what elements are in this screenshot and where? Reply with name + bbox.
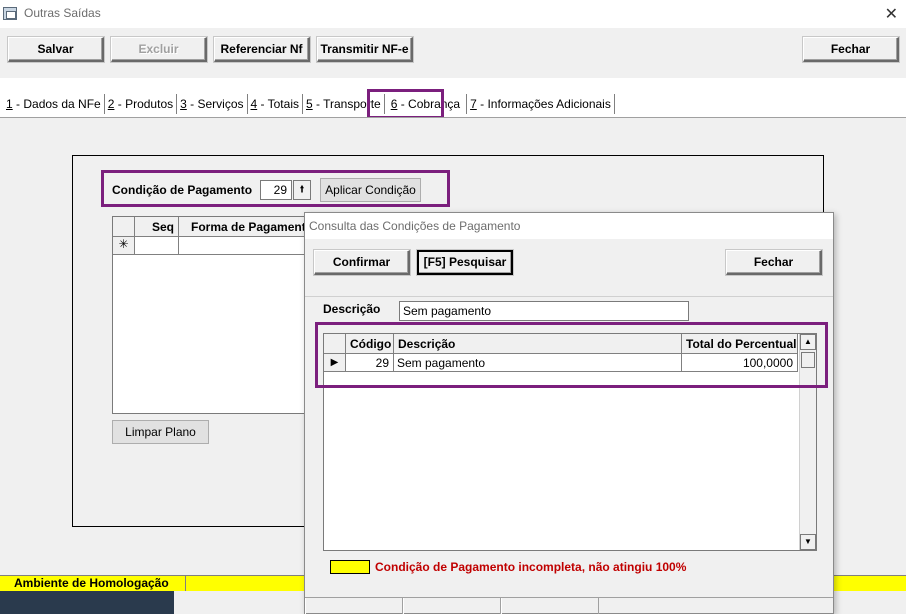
condicao-highlight xyxy=(101,170,450,207)
incomplete-legend-text: Condição de Pagamento incompleta, não at… xyxy=(375,560,687,574)
status-panel xyxy=(501,598,599,614)
main-toolbar: Salvar Excluir Referenciar Nf Transmitir… xyxy=(0,28,906,76)
close-button[interactable]: Fechar xyxy=(803,37,899,62)
descricao-label: Descrição xyxy=(323,302,381,316)
transmit-nfe-button[interactable]: Transmitir NF-e xyxy=(317,37,413,62)
dialog-close-button[interactable]: Fechar xyxy=(726,250,822,275)
plano-pagamento-grid[interactable]: Seq Forma de Pagamento ✳ xyxy=(112,216,313,414)
confirm-button[interactable]: Confirmar xyxy=(314,250,410,275)
status-panel xyxy=(305,598,403,614)
column-header-seq[interactable]: Seq xyxy=(135,217,179,237)
grid-corner xyxy=(113,217,135,237)
dialog-title: Consulta das Condições de Pagamento xyxy=(309,219,521,233)
tab-cobranca-highlight xyxy=(367,89,444,119)
environment-label: Ambiente de Homologação xyxy=(0,576,186,592)
tab-strip: 1 - Dados da NFe 2 - Produtos 3 - Serviç… xyxy=(3,94,615,116)
window-title-bar: Outras Saídas ✕ xyxy=(0,0,906,28)
incomplete-legend-swatch xyxy=(330,560,370,574)
dialog-status-bar xyxy=(305,597,833,614)
column-header-forma-pagamento[interactable]: Forma de Pagamento xyxy=(179,217,313,237)
tab-servicos[interactable]: 3 - Serviços xyxy=(177,94,248,114)
tab-dados-nfe[interactable]: 1 - Dados da NFe xyxy=(3,94,105,114)
status-panel xyxy=(403,598,501,614)
search-button[interactable]: [F5] Pesquisar xyxy=(417,250,513,275)
new-row-icon: ✳ xyxy=(113,237,135,255)
save-button[interactable]: Salvar xyxy=(8,37,104,62)
reference-nf-button[interactable]: Referenciar Nf xyxy=(214,37,310,62)
clear-plan-button[interactable]: Limpar Plano xyxy=(112,420,209,444)
payment-conditions-dialog: Consulta das Condições de Pagamento Conf… xyxy=(304,212,834,614)
tab-produtos[interactable]: 2 - Produtos xyxy=(105,94,178,114)
forma-pagamento-cell[interactable] xyxy=(179,237,313,255)
dialog-toolbar: Confirmar [F5] Pesquisar Fechar xyxy=(305,239,833,297)
scroll-down-icon[interactable]: ▼ xyxy=(800,534,816,550)
taskbar-strip xyxy=(0,591,174,614)
result-row-highlight xyxy=(315,322,828,388)
seq-cell[interactable] xyxy=(135,237,179,255)
dialog-title-bar: Consulta das Condições de Pagamento xyxy=(305,213,833,239)
app-window-icon xyxy=(3,7,17,20)
descricao-search-input[interactable]: Sem pagamento xyxy=(399,301,689,321)
close-icon[interactable]: ✕ xyxy=(885,4,898,24)
window-title: Outras Saídas xyxy=(24,6,101,20)
tab-informacoes-adicionais[interactable]: 7 - Informações Adicionais xyxy=(467,94,615,114)
delete-button[interactable]: Excluir xyxy=(111,37,207,62)
tab-totais[interactable]: 4 - Totais xyxy=(248,94,303,114)
